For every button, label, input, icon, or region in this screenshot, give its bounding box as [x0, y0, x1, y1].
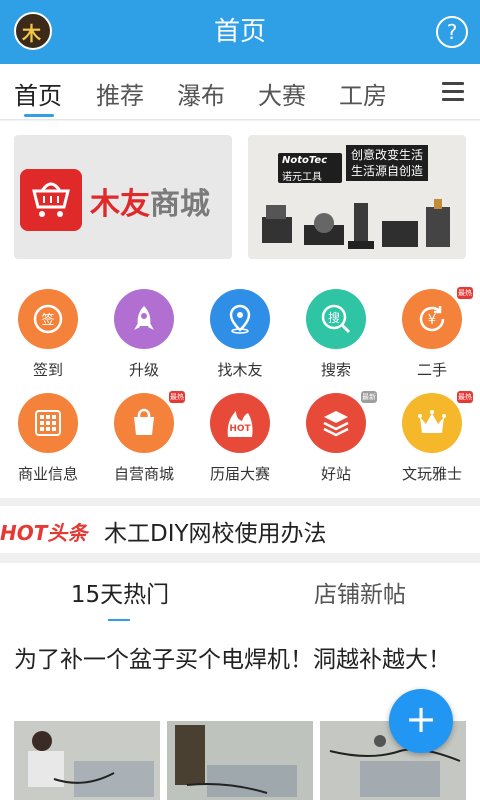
tab-shop-new-posts[interactable]: 店铺新帖 — [240, 575, 480, 609]
section-divider — [0, 553, 480, 563]
grid-label-good-sites: 好站 — [320, 465, 351, 483]
grid-label-second-hand: 二手 — [416, 361, 447, 379]
grid-item-business-info[interactable]: 商业信息 — [0, 393, 96, 493]
tab-contest[interactable]: 大赛 — [258, 76, 306, 111]
slogan-line-2: 生活源自创造 — [351, 164, 424, 178]
post-thumbnail[interactable] — [14, 721, 160, 800]
grid-label-find-friends: 找木友 — [217, 361, 263, 379]
grid-label-collectibles: 文玩雅士 — [401, 465, 462, 483]
hot-badge: 最热 — [457, 287, 473, 299]
grid-item-find-friends[interactable]: 找木友 — [192, 289, 288, 389]
grid-item-self-mall[interactable]: 最热 自营商城 — [96, 391, 192, 493]
banner-muyou-mall[interactable]: 木友商城 — [14, 135, 232, 259]
hot-headline-text[interactable]: 木工DIY网校使用办法 — [104, 514, 327, 548]
new-badge: 最新 — [361, 391, 377, 403]
brand-name-red: 木友 — [90, 187, 150, 222]
nototec-slogan: 创意改变生活 生活源自创造 — [346, 145, 429, 181]
grid-label-business-info: 商业信息 — [17, 465, 78, 483]
post-thumbnail[interactable] — [167, 721, 313, 800]
section-divider — [0, 498, 480, 506]
nototec-logo-top: NotoTec — [282, 155, 328, 166]
crown-icon — [402, 393, 462, 453]
menu-icon[interactable] — [442, 82, 464, 102]
active-tab-indicator — [24, 114, 54, 117]
hot-flame-icon: HOT — [210, 393, 270, 453]
second-hand-symbol: ¥ — [428, 313, 436, 328]
nototec-logo: NotoTec 诺元工具 — [278, 153, 342, 183]
grid-apps-icon — [18, 393, 78, 453]
grid-item-good-sites[interactable]: 最新 好站 — [288, 391, 384, 493]
feed-tab-bar: 15天热门 店铺新帖 — [0, 567, 480, 627]
tab-waterfall[interactable]: 瀑布 — [177, 76, 225, 111]
grid-item-upgrade[interactable]: 升级 — [96, 289, 192, 389]
active-feed-tab-indicator — [108, 619, 130, 621]
grid-label-search: 搜索 — [320, 361, 351, 379]
tab-recommend[interactable]: 推荐 — [96, 76, 144, 111]
sign-in-icon: 签 — [18, 289, 78, 349]
location-pin-icon — [210, 289, 270, 349]
grid-item-past-contests[interactable]: HOT 历届大赛 — [192, 393, 288, 493]
grid-label-upgrade: 升级 — [128, 361, 159, 379]
page-title: 首页 — [213, 17, 266, 47]
nototec-logo-bottom: 诺元工具 — [282, 172, 322, 183]
add-post-button[interactable]: + — [389, 689, 453, 753]
grid-item-search[interactable]: 搜 搜索 — [288, 289, 384, 389]
help-icon[interactable]: ? — [436, 16, 468, 48]
brand-name: 木友商城 — [90, 179, 210, 223]
grid-item-collectibles[interactable]: 最热 文玩雅士 — [384, 391, 480, 493]
tab-home[interactable]: 首页 — [14, 76, 62, 111]
grid-label-sign-in: 签到 — [32, 361, 63, 379]
tools-image — [262, 199, 450, 249]
layers-icon — [306, 393, 366, 453]
hot-badge: 最热 — [169, 391, 185, 403]
banner-nototec[interactable]: NotoTec 诺元工具 创意改变生活 生活源自创造 — [248, 135, 466, 259]
post-title[interactable]: 为了补一个盆子买个电焊机！洞越补越大！ — [14, 643, 466, 677]
hot-headline-logo: HOT头条 — [0, 521, 88, 545]
grid-item-second-hand[interactable]: ¥ 最热 二手 — [384, 287, 480, 389]
grid-label-past-contests: 历届大赛 — [209, 465, 270, 483]
brand-name-grey: 商城 — [150, 187, 210, 222]
main-tab-bar: 首页 推荐 瀑布 大赛 工房 — [0, 64, 480, 120]
rocket-icon — [114, 289, 174, 349]
tab-workshop[interactable]: 工房 — [339, 76, 387, 111]
tab-15-day-hot[interactable]: 15天热门 — [0, 575, 240, 609]
grid-label-self-mall: 自营商城 — [113, 465, 174, 483]
sign-in-symbol: 签 — [41, 312, 54, 328]
top-bar: 木 首页 ? — [0, 0, 480, 64]
hot-flame-text: HOT — [229, 424, 251, 434]
cart-icon — [20, 169, 82, 231]
search-symbol: 搜 — [328, 310, 340, 325]
hot-badge: 最热 — [457, 391, 473, 403]
search-icon: 搜 — [306, 289, 366, 349]
grid-item-sign-in[interactable]: 签 签到 — [0, 289, 96, 389]
yen-refresh-icon: ¥ — [402, 289, 462, 349]
shopping-bag-icon — [114, 393, 174, 453]
slogan-line-1: 创意改变生活 — [351, 148, 424, 162]
